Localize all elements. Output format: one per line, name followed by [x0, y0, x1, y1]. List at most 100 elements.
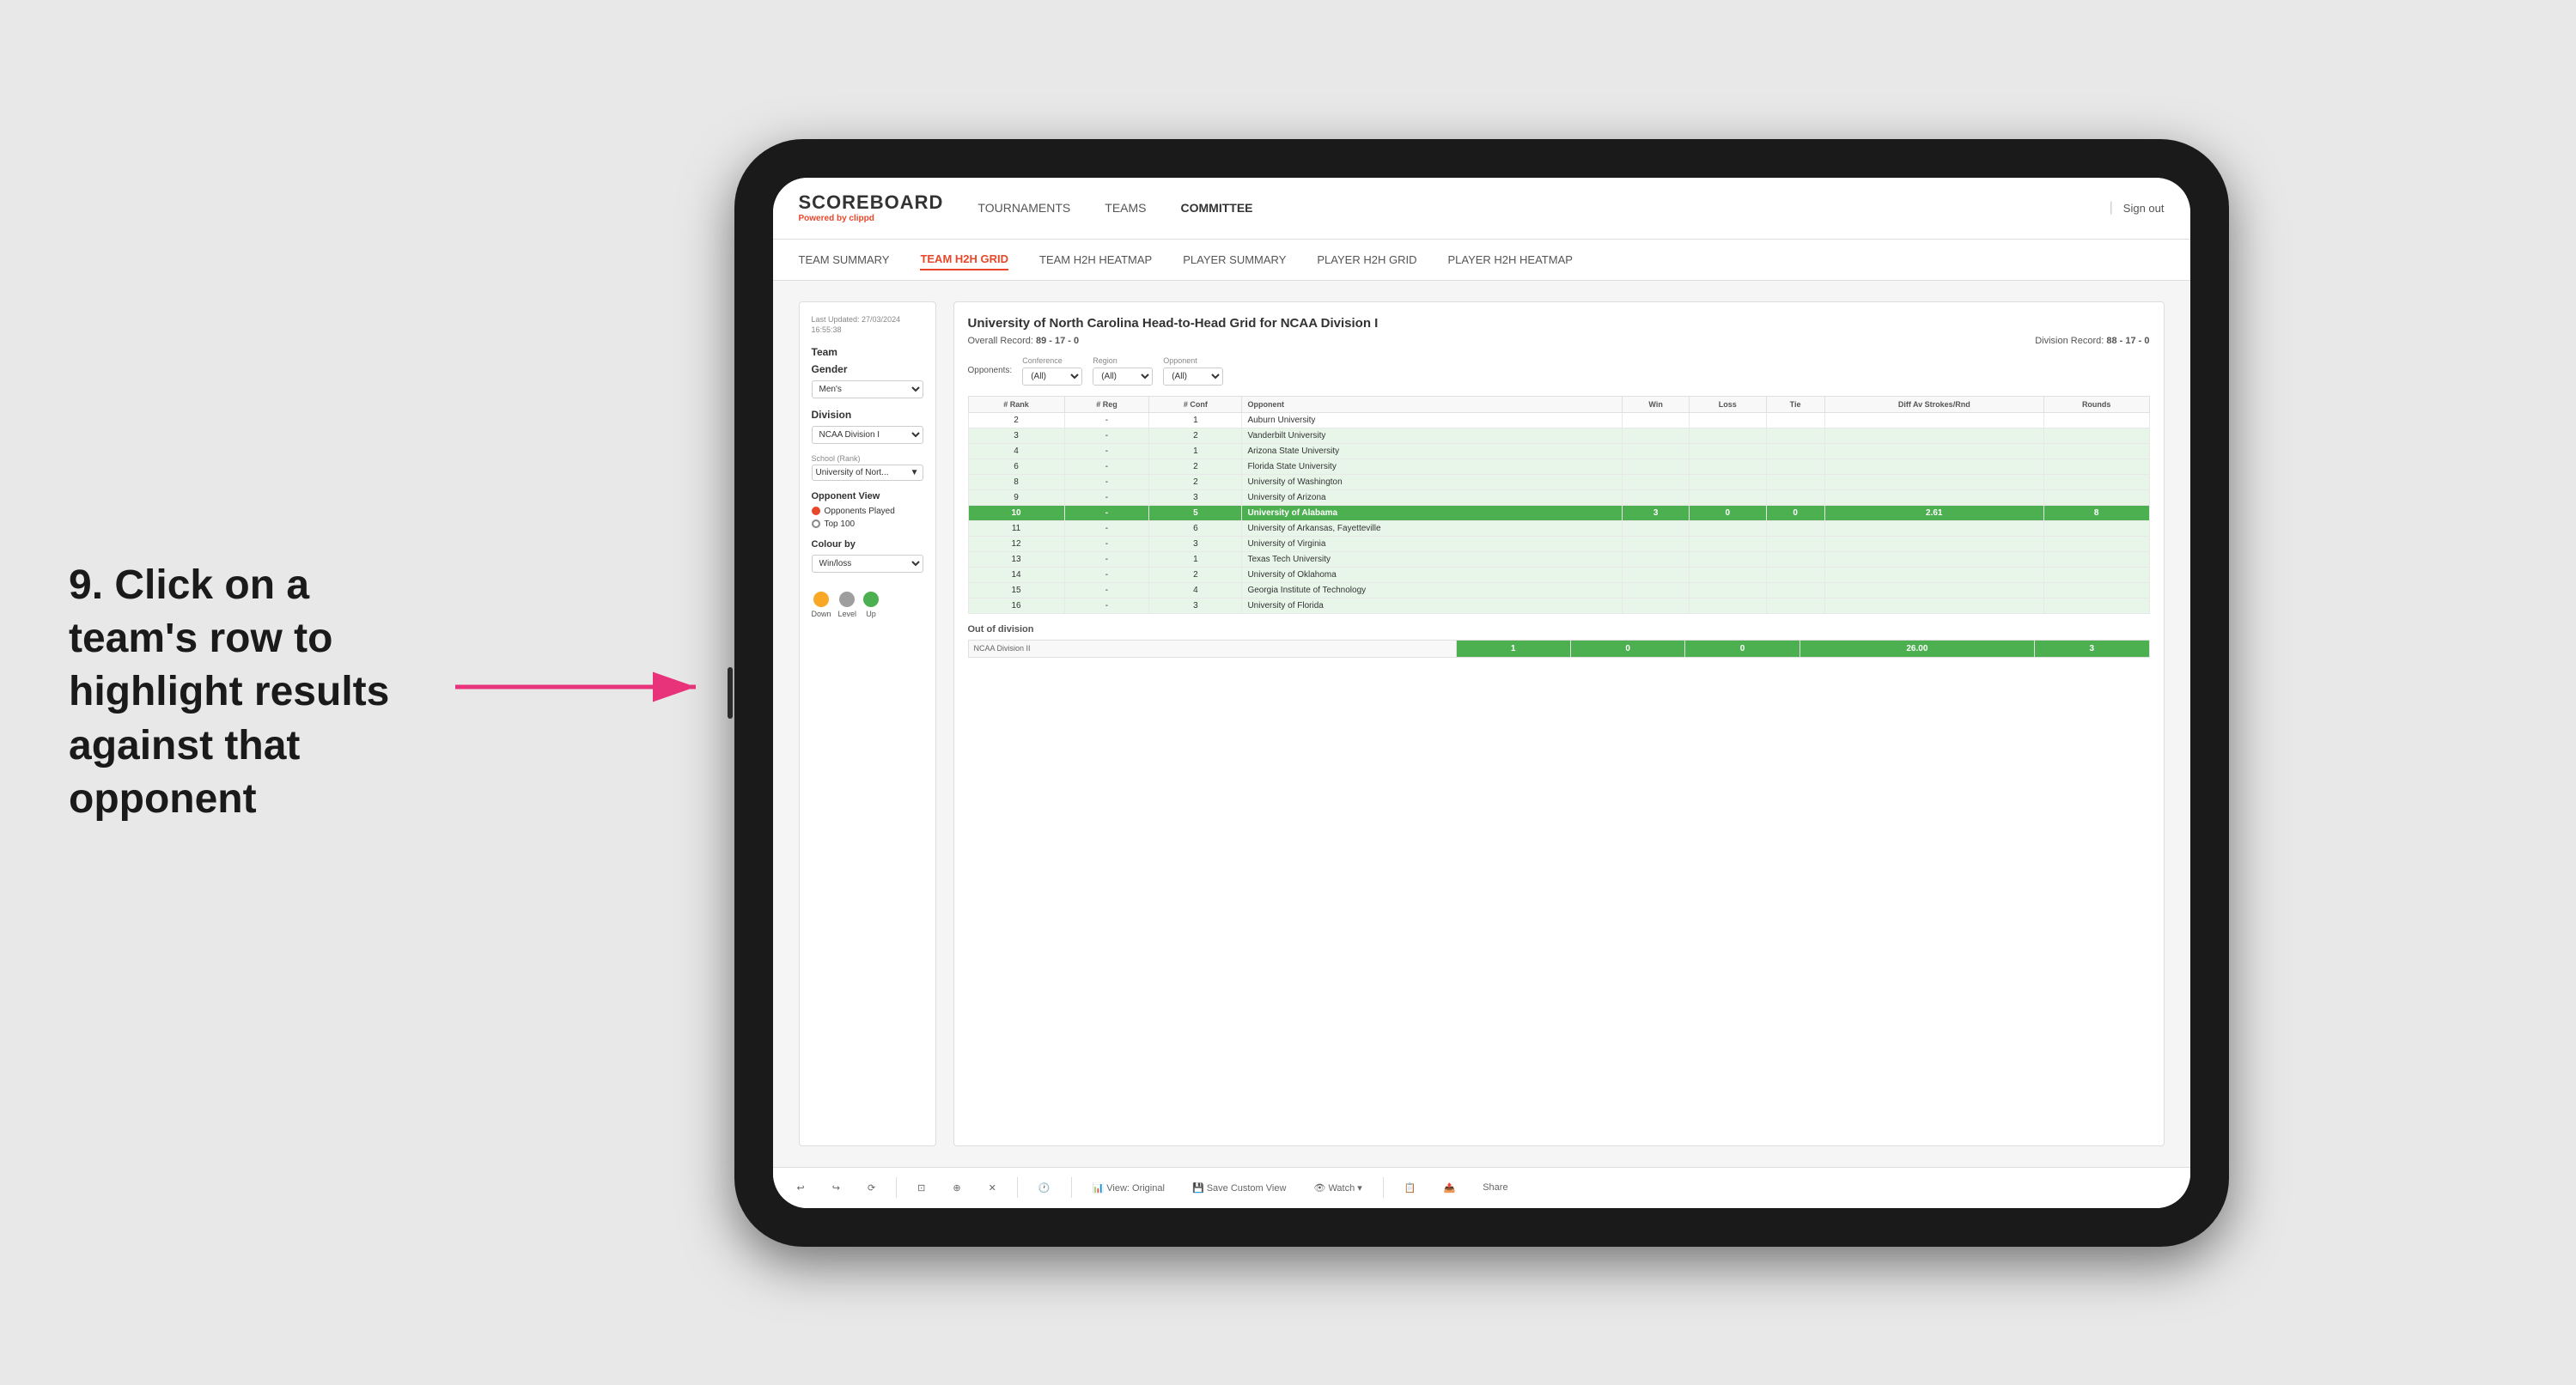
watch-button[interactable]: 👁 Watch ▾: [1306, 1179, 1368, 1197]
table-row[interactable]: 14-2University of Oklahoma: [968, 567, 2149, 582]
legend-label-down: Down: [812, 610, 831, 618]
region-select[interactable]: (All): [1093, 368, 1153, 386]
opponents-filter-label: Opponents:: [968, 366, 1013, 375]
radio-opponents-played[interactable]: Opponents Played: [812, 507, 923, 516]
subnav-player-h2h-grid[interactable]: PLAYER H2H GRID: [1317, 250, 1416, 270]
separator3: [1071, 1177, 1072, 1198]
save-view-button[interactable]: 💾 Save Custom View: [1185, 1179, 1293, 1197]
table-row[interactable]: 3-2Vanderbilt University: [968, 428, 2149, 443]
legend-dot-level: [839, 592, 855, 607]
nav-tournaments[interactable]: TOURNAMENTS: [977, 197, 1070, 218]
annotation-text: 9. Click on a team's row to highlight re…: [69, 559, 412, 827]
legend-label-up: Up: [866, 610, 876, 618]
legend-dot-up: [863, 592, 879, 607]
out-division-win: 1: [1456, 640, 1570, 657]
legend-row: Down Level Up: [812, 592, 923, 618]
grid-panel: University of North Carolina Head-to-Hea…: [953, 301, 2165, 1146]
nav-committee[interactable]: COMMITTEE: [1181, 197, 1253, 218]
th-diff: Diff Av Strokes/Rnd: [1824, 396, 2043, 412]
team-label: Team: [812, 346, 923, 358]
fit-button[interactable]: ⊡: [910, 1179, 932, 1197]
h2h-table: # Rank # Reg # Conf Opponent Win Loss Ti…: [968, 396, 2150, 614]
clipboard-button[interactable]: 📋: [1398, 1179, 1423, 1197]
separator4: [1383, 1177, 1384, 1198]
table-row[interactable]: 16-3University of Florida: [968, 598, 2149, 613]
side-button: [728, 667, 733, 719]
th-win: Win: [1623, 396, 1690, 412]
conference-filter: Conference (All): [1022, 356, 1082, 386]
nav-links: TOURNAMENTS TEAMS COMMITTEE: [977, 197, 2109, 218]
conference-select[interactable]: (All): [1022, 368, 1082, 386]
table-row[interactable]: 15-4Georgia Institute of Technology: [968, 582, 2149, 598]
out-division-tie: 0: [1685, 640, 1800, 657]
sign-out-link[interactable]: Sign out: [2123, 202, 2165, 215]
radio-dot-top100: [812, 519, 820, 528]
opponent-select[interactable]: (All): [1163, 368, 1223, 386]
last-updated: Last Updated: 27/03/2024 16:55:38: [812, 314, 923, 336]
table-row[interactable]: 13-1Texas Tech University: [968, 551, 2149, 567]
left-panel: Last Updated: 27/03/2024 16:55:38 Team G…: [799, 301, 936, 1146]
tablet-screen: SCOREBOARD Powered by clippd TOURNAMENTS…: [773, 178, 2190, 1208]
separator1: [896, 1177, 897, 1198]
table-row[interactable]: 8-2University of Washington: [968, 474, 2149, 489]
legend-dot-down: [813, 592, 829, 607]
opponent-view-title: Opponent View: [812, 491, 923, 501]
table-row[interactable]: 11-6University of Arkansas, Fayetteville: [968, 520, 2149, 536]
out-division-name: NCAA Division II: [968, 640, 1456, 657]
table-header-row: # Rank # Reg # Conf Opponent Win Loss Ti…: [968, 396, 2149, 412]
add-button[interactable]: ⊕: [946, 1179, 967, 1197]
redo-button[interactable]: ↪: [825, 1179, 847, 1197]
separator: |: [2110, 200, 2113, 216]
out-division-rounds: 3: [2035, 640, 2149, 657]
separator2: [1017, 1177, 1018, 1198]
school-value: University of Nort... ▼: [812, 465, 923, 481]
out-division-diff: 26.00: [1800, 640, 2034, 657]
radio-dot-opponents: [812, 507, 820, 515]
school-rank-label: School (Rank): [812, 454, 923, 463]
undo-button[interactable]: ↩: [790, 1179, 812, 1197]
opponent-filter: Opponent (All): [1163, 356, 1223, 386]
records-row: Overall Record: 89 - 17 - 0 Division Rec…: [968, 336, 2150, 346]
subnav-team-h2h-grid[interactable]: TEAM H2H GRID: [920, 249, 1008, 270]
logo-area: SCOREBOARD Powered by clippd: [799, 193, 944, 223]
th-opponent: Opponent: [1242, 396, 1623, 412]
th-conf: # Conf: [1149, 396, 1242, 412]
sub-nav: TEAM SUMMARY TEAM H2H GRID TEAM H2H HEAT…: [773, 240, 2190, 281]
logo-powered: Powered by clippd: [799, 214, 944, 223]
filter-row: Opponents: Conference (All) Region (All): [968, 356, 2150, 386]
th-tie: Tie: [1766, 396, 1824, 412]
th-reg: # Reg: [1064, 396, 1149, 412]
division-label: Division: [812, 409, 923, 421]
subnav-team-summary[interactable]: TEAM SUMMARY: [799, 250, 890, 270]
refresh-button[interactable]: ⟳: [861, 1179, 882, 1197]
out-division-loss: 0: [1570, 640, 1684, 657]
nav-teams[interactable]: TEAMS: [1105, 197, 1146, 218]
th-rounds: Rounds: [2043, 396, 2149, 412]
th-rank: # Rank: [968, 396, 1064, 412]
logo-scoreboard: SCOREBOARD: [799, 193, 944, 212]
table-row[interactable]: 9-3University of Arizona: [968, 489, 2149, 505]
subnav-player-h2h-heatmap[interactable]: PLAYER H2H HEATMAP: [1447, 250, 1572, 270]
table-row[interactable]: 10-5University of Alabama3002.618: [968, 505, 2149, 520]
view-original-button[interactable]: 📊 View: Original: [1086, 1179, 1172, 1197]
tablet-frame: SCOREBOARD Powered by clippd TOURNAMENTS…: [734, 139, 2229, 1247]
main-content: Last Updated: 27/03/2024 16:55:38 Team G…: [773, 281, 2190, 1167]
app-bar: SCOREBOARD Powered by clippd TOURNAMENTS…: [773, 178, 2190, 240]
region-filter: Region (All): [1093, 356, 1153, 386]
gender-select[interactable]: Men's: [812, 380, 923, 398]
table-row[interactable]: 6-2Florida State University: [968, 459, 2149, 474]
subnav-player-summary[interactable]: PLAYER SUMMARY: [1183, 250, 1286, 270]
table-row[interactable]: 4-1Arizona State University: [968, 443, 2149, 459]
radio-top100[interactable]: Top 100: [812, 519, 923, 529]
colour-by-select[interactable]: Win/loss: [812, 555, 923, 573]
share-button[interactable]: Share: [1476, 1179, 1514, 1196]
clock-button[interactable]: 🕐: [1032, 1179, 1057, 1197]
subnav-team-h2h-heatmap[interactable]: TEAM H2H HEATMAP: [1039, 250, 1152, 270]
remove-button[interactable]: ✕: [982, 1179, 1003, 1197]
division-select[interactable]: NCAA Division I: [812, 426, 923, 444]
out-division-row[interactable]: NCAA Division II 1 0 0 26.00 3: [968, 640, 2149, 657]
table-row[interactable]: 2-1Auburn University: [968, 412, 2149, 428]
export-button[interactable]: 📤: [1437, 1179, 1463, 1197]
table-row[interactable]: 12-3University of Virginia: [968, 536, 2149, 551]
grid-title: University of North Carolina Head-to-Hea…: [968, 316, 2150, 331]
